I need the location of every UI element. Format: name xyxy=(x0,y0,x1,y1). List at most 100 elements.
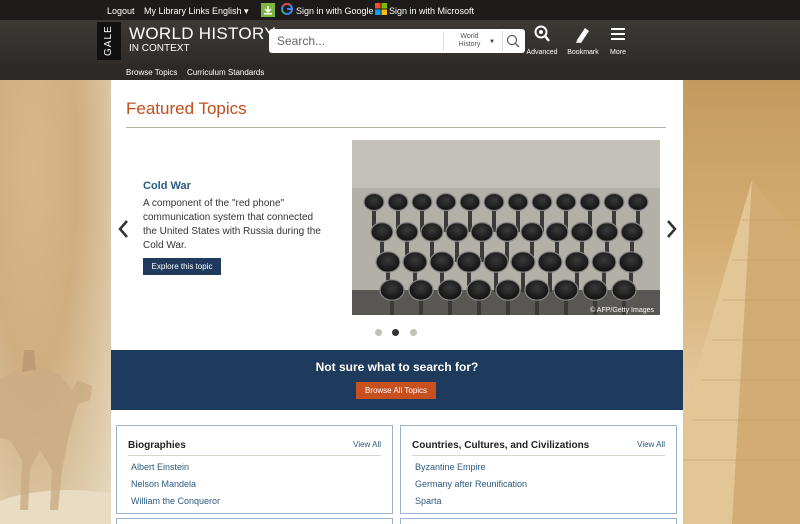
view-all-link[interactable]: View All xyxy=(353,440,381,449)
countries-cultures-card: Countries, Cultures, and Civilizations V… xyxy=(400,425,677,514)
more-menu-button[interactable]: More xyxy=(606,25,630,56)
typewriter-key xyxy=(595,222,619,242)
biographies-card: Biographies View All Albert Einstein Nel… xyxy=(116,425,393,514)
list-item[interactable]: William the Conqueror xyxy=(131,496,220,506)
typewriter-key xyxy=(495,222,519,242)
typewriter-key xyxy=(611,279,637,301)
microsoft-signin-link[interactable]: Sign in with Microsoft xyxy=(389,6,474,16)
typewriter-key xyxy=(582,279,608,301)
download-icon[interactable] xyxy=(261,3,275,19)
typewriter-key xyxy=(435,192,457,212)
browse-topics-link[interactable]: Browse Topics xyxy=(126,68,177,77)
typewriter-key xyxy=(555,192,577,212)
typewriter-key xyxy=(495,279,521,301)
search-box: World History ▼ xyxy=(269,29,525,53)
pyramid-image xyxy=(682,180,800,524)
typewriter-key xyxy=(429,251,455,273)
scope-line-2: History xyxy=(458,41,481,48)
search-scope-select[interactable]: World History ▼ xyxy=(443,32,495,50)
language-label: English xyxy=(212,6,242,16)
search-icon xyxy=(506,34,520,48)
typewriter-key xyxy=(570,222,594,242)
typewriter-key xyxy=(445,222,469,242)
typewriter-key xyxy=(510,251,536,273)
advanced-search-button[interactable]: Advanced xyxy=(526,25,558,56)
typewriter-key xyxy=(411,192,433,212)
bookmark-label: Bookmark xyxy=(567,49,599,56)
carousel-prev-button[interactable] xyxy=(117,218,129,246)
image-credit: © AFP/Getty Images xyxy=(590,306,654,314)
view-all-link[interactable]: View All xyxy=(637,440,665,449)
typewriter-key xyxy=(379,279,405,301)
google-signin-link[interactable]: Sign in with Google xyxy=(296,6,374,16)
typewriter-key xyxy=(420,222,444,242)
chevron-right-icon xyxy=(667,220,677,238)
typewriter-key xyxy=(370,222,394,242)
bookmark-icon xyxy=(576,28,589,43)
list-item[interactable]: Germany after Reunification xyxy=(415,479,527,489)
typewriter-key xyxy=(408,279,434,301)
typewriter-key xyxy=(591,251,617,273)
brand-subtitle: IN CONTEXT xyxy=(129,43,190,54)
search-input[interactable] xyxy=(277,33,437,49)
typewriter-key xyxy=(395,222,419,242)
featured-topic-image[interactable]: © AFP/Getty Images xyxy=(352,140,660,315)
next-card-top xyxy=(116,518,393,524)
carousel-dot-active[interactable] xyxy=(392,329,399,336)
topic-title-link[interactable]: Cold War xyxy=(143,180,191,192)
card-title: Biographies xyxy=(128,440,186,451)
gale-logo[interactable]: GALE xyxy=(97,22,121,60)
sub-navigation: Browse Topics Curriculum Standards xyxy=(0,64,800,80)
typewriter-key xyxy=(520,222,544,242)
typewriter-key xyxy=(466,279,492,301)
caret-down-icon: ▼ xyxy=(489,39,495,45)
language-selector[interactable]: English ▾ xyxy=(212,6,249,17)
typewriter-key xyxy=(470,222,494,242)
caret-down-icon: ▾ xyxy=(244,6,249,16)
card-divider xyxy=(128,455,381,456)
microsoft-icon xyxy=(375,3,387,17)
curriculum-standards-link[interactable]: Curriculum Standards xyxy=(187,68,264,77)
typewriter-key xyxy=(545,222,569,242)
typewriter-key xyxy=(603,192,625,212)
list-item[interactable]: Byzantine Empire xyxy=(415,462,486,472)
explore-topic-button[interactable]: Explore this topic xyxy=(143,258,221,275)
typewriter-key xyxy=(363,192,385,212)
featured-topics-heading: Featured Topics xyxy=(126,99,247,118)
heading-divider xyxy=(126,127,666,128)
brand-title[interactable]: WORLD HISTORY xyxy=(129,24,276,44)
typewriter-key xyxy=(620,222,644,242)
list-item[interactable]: Albert Einstein xyxy=(131,462,189,472)
browse-all-topics-button[interactable]: Browse All Topics xyxy=(356,382,436,399)
card-divider xyxy=(412,455,665,456)
browse-all-banner: Not sure what to search for? Browse All … xyxy=(111,350,683,410)
chevron-left-icon xyxy=(118,220,128,238)
search-button[interactable] xyxy=(502,31,522,51)
typewriter-key xyxy=(483,251,509,273)
scope-line-1: World xyxy=(460,33,479,40)
carousel-dot[interactable] xyxy=(375,329,382,336)
carousel-dot[interactable] xyxy=(410,329,417,336)
main-content: Featured Topics Cold War A component of … xyxy=(111,80,683,524)
carousel-next-button[interactable] xyxy=(666,218,678,246)
typewriter-key xyxy=(375,251,401,273)
logout-link[interactable]: Logout xyxy=(107,6,135,16)
typewriter-key xyxy=(459,192,481,212)
typewriter-key xyxy=(387,192,409,212)
typewriter-key xyxy=(531,192,553,212)
card-title: Countries, Cultures, and Civilizations xyxy=(412,440,590,451)
typewriter-key xyxy=(627,192,649,212)
typewriter-keys-image: © AFP/Getty Images xyxy=(352,140,660,315)
advanced-search-icon xyxy=(534,25,550,42)
my-library-links[interactable]: My Library Links xyxy=(144,6,210,16)
typewriter-key xyxy=(507,192,529,212)
hamburger-menu-icon xyxy=(611,28,625,40)
bookmark-button[interactable]: Bookmark xyxy=(566,25,600,56)
typewriter-key xyxy=(579,192,601,212)
typewriter-key xyxy=(564,251,590,273)
list-item[interactable]: Nelson Mandela xyxy=(131,479,196,489)
camel-rider-image xyxy=(0,350,112,524)
list-item[interactable]: Sparta xyxy=(415,496,442,506)
topic-description: A component of the "red phone" communica… xyxy=(143,198,321,251)
typewriter-key xyxy=(402,251,428,273)
